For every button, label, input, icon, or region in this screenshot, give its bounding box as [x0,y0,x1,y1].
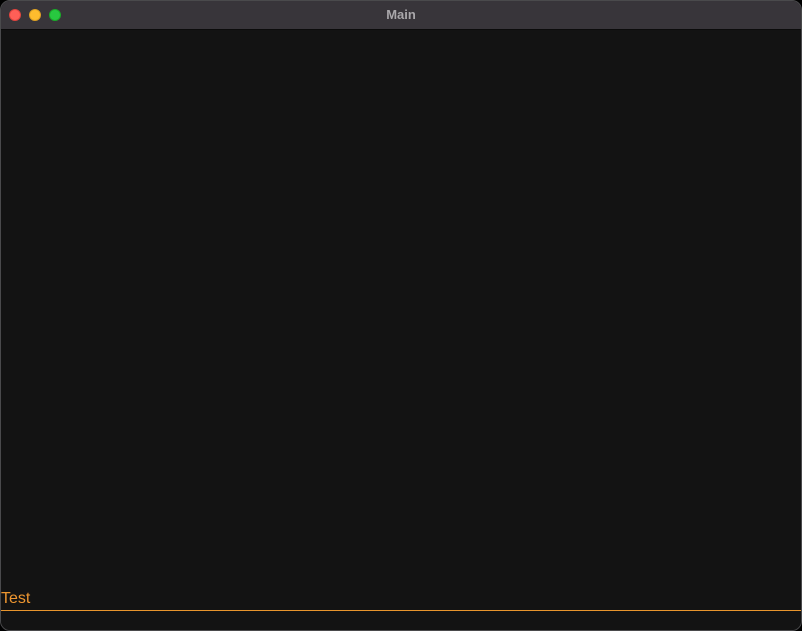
window-title: Main [386,7,416,22]
main-window: Main [0,0,802,631]
title-bar[interactable]: Main [1,1,801,30]
close-window-button[interactable] [9,9,21,21]
content-area [1,30,801,630]
zoom-window-button[interactable] [49,9,61,21]
minimize-window-button[interactable] [29,9,41,21]
text-input[interactable] [1,587,801,611]
